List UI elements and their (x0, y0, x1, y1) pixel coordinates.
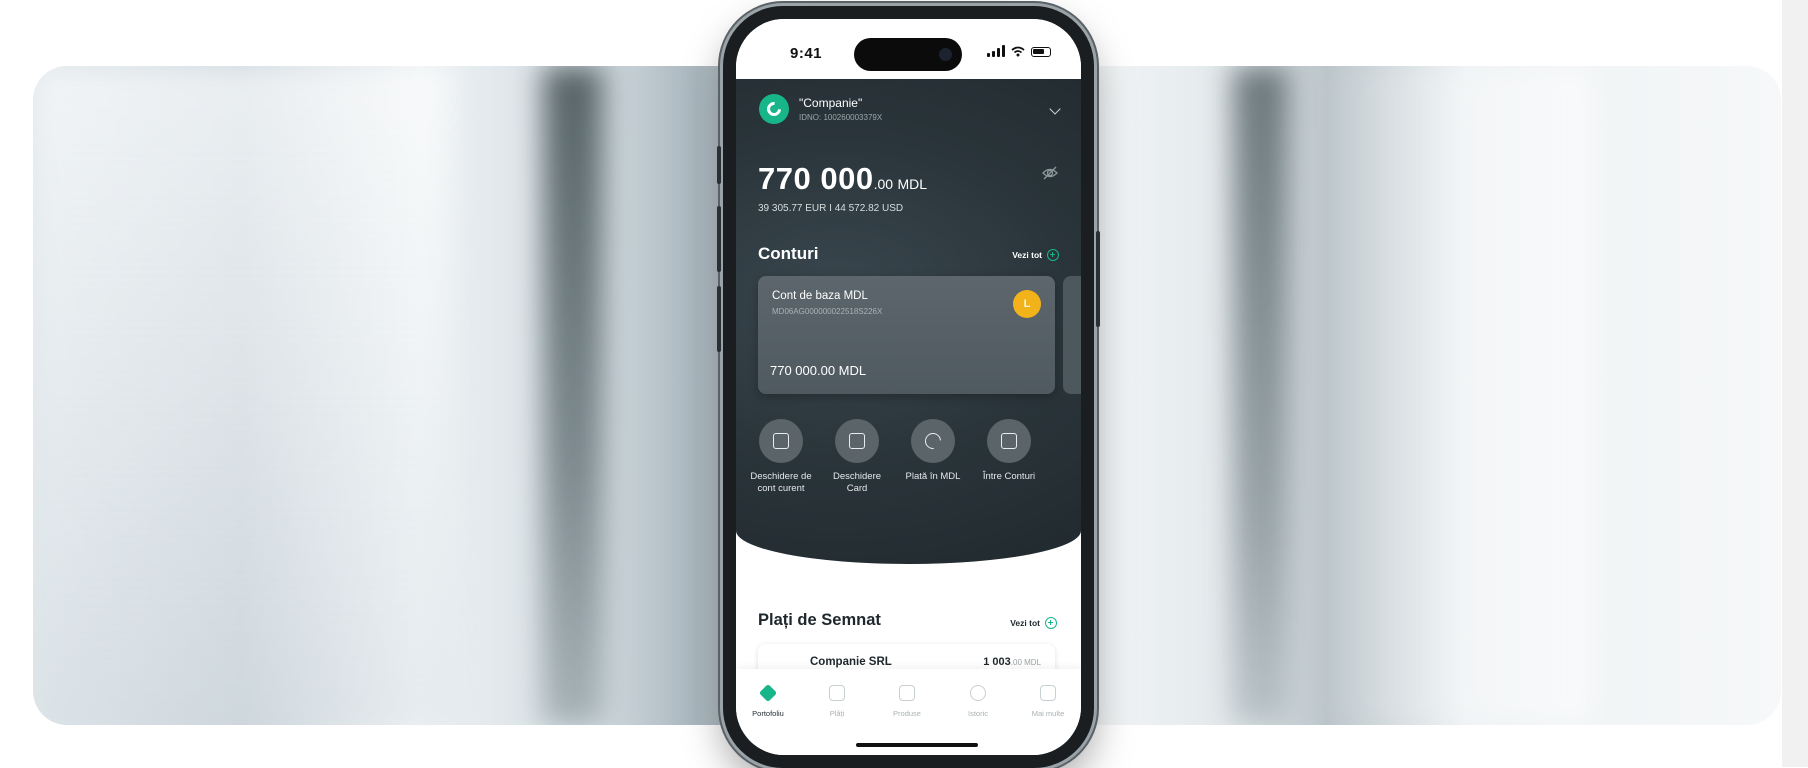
payments-icon (829, 685, 845, 701)
chevron-down-icon[interactable] (1049, 103, 1061, 115)
more-icon (1040, 685, 1056, 701)
status-bar: 9:41 (736, 19, 1081, 79)
portfolio-icon (758, 683, 778, 703)
banner-shadow-right (1233, 66, 1288, 725)
action-label: Deschidere Card (832, 471, 882, 494)
action-open-account[interactable]: Deschidere de cont curent (746, 419, 816, 495)
action-open-card[interactable]: Deschidere Card (822, 419, 892, 495)
action-label: Deschidere de cont curent (750, 471, 812, 494)
nav-more[interactable]: Mai multe (1018, 685, 1078, 718)
banner-light-right (1293, 66, 1593, 725)
signal-icon (987, 45, 1005, 57)
nav-payments[interactable]: Plăți (807, 685, 867, 718)
phone-mockup: 9:41 "Companie" IDNO: 100260003379X 770 … (717, 6, 1100, 768)
action-between-accounts[interactable]: Între Conturi (974, 419, 1044, 483)
camera-icon (939, 48, 952, 61)
company-idno: IDNO: 100260003379X (799, 113, 883, 122)
payment-amount-value: 1 003 (983, 656, 1011, 668)
document-plus-icon (773, 433, 789, 449)
payment-amount-suffix: .00 MDL (1010, 658, 1041, 667)
phone-button (717, 206, 721, 272)
card-plus-icon (849, 433, 865, 449)
transfer-icon (1001, 433, 1017, 449)
portfolio-panel: "Companie" IDNO: 100260003379X 770 000.0… (736, 79, 1081, 564)
payment-recipient: Companie SRL (810, 656, 892, 668)
quick-actions: Deschidere de cont curent Deschidere Car… (746, 419, 1081, 519)
status-time: 9:41 (790, 45, 823, 62)
payments-see-all-link[interactable]: Vezi tot (1010, 617, 1057, 629)
status-icons (987, 45, 1051, 57)
wifi-icon (1011, 46, 1025, 57)
nav-products[interactable]: Produse (877, 685, 937, 718)
nav-label: Plăți (829, 709, 845, 718)
nav-portfolio[interactable]: Portofoliu (738, 683, 798, 718)
phone-button (1096, 231, 1100, 327)
banner-light-area (33, 66, 453, 725)
nav-label: Mai multe (1031, 709, 1065, 718)
dynamic-island (854, 38, 962, 71)
battery-icon (1031, 47, 1051, 57)
account-card[interactable]: Cont de baza MDL MD06AG000000022518S226X… (758, 276, 1055, 394)
nav-label: Produse (893, 709, 921, 718)
balance-conversions: 39 305.77 EUR I 44 572.82 USD (758, 203, 904, 214)
company-logo-icon (759, 94, 789, 124)
history-icon (970, 685, 986, 701)
payments-to-sign-title: Plați de Semnat (758, 611, 881, 629)
nav-label: Istoric (967, 709, 988, 718)
phone-button (717, 146, 721, 184)
payment-amount: 1 003.00 MDL (983, 656, 1041, 668)
balance-currency: MDL (897, 176, 928, 192)
payment-arrow-icon (921, 429, 945, 453)
eye-slash-icon[interactable] (1041, 164, 1059, 182)
plus-circle-icon (1045, 617, 1057, 629)
home-indicator (856, 743, 978, 747)
account-amount: 770 000.00 MDL (770, 363, 867, 378)
banner-shadow-left (543, 66, 603, 725)
balance-integer: 770 000 (758, 161, 874, 196)
products-icon (899, 685, 915, 701)
nav-history[interactable]: Istoric (948, 685, 1008, 718)
accounts-see-all-link[interactable]: Vezi tot (1012, 249, 1059, 261)
company-name[interactable]: "Companie" (799, 96, 862, 110)
phone-screen: 9:41 "Companie" IDNO: 100260003379X 770 … (736, 19, 1081, 755)
balance-decimals: .00 (873, 176, 894, 192)
scrollbar[interactable] (1782, 0, 1808, 767)
plus-circle-icon (1047, 249, 1059, 261)
action-label: Între Conturi (982, 471, 1036, 482)
action-label: Plată în MDL (905, 471, 961, 482)
account-card-next[interactable] (1063, 276, 1081, 394)
account-iban: MD06AG000000022518S226X (772, 307, 883, 316)
see-all-label: Vezi tot (1012, 250, 1042, 260)
account-name: Cont de baza MDL (772, 290, 868, 302)
coin-icon: L (1013, 290, 1041, 318)
action-payment-mdl[interactable]: Plată în MDL (898, 419, 968, 483)
phone-button (717, 286, 721, 352)
see-all-label: Vezi tot (1010, 618, 1040, 628)
accounts-title: Conturi (758, 244, 819, 263)
total-balance: 770 000.00 MDL (758, 161, 927, 197)
nav-label: Portofoliu (752, 709, 784, 718)
